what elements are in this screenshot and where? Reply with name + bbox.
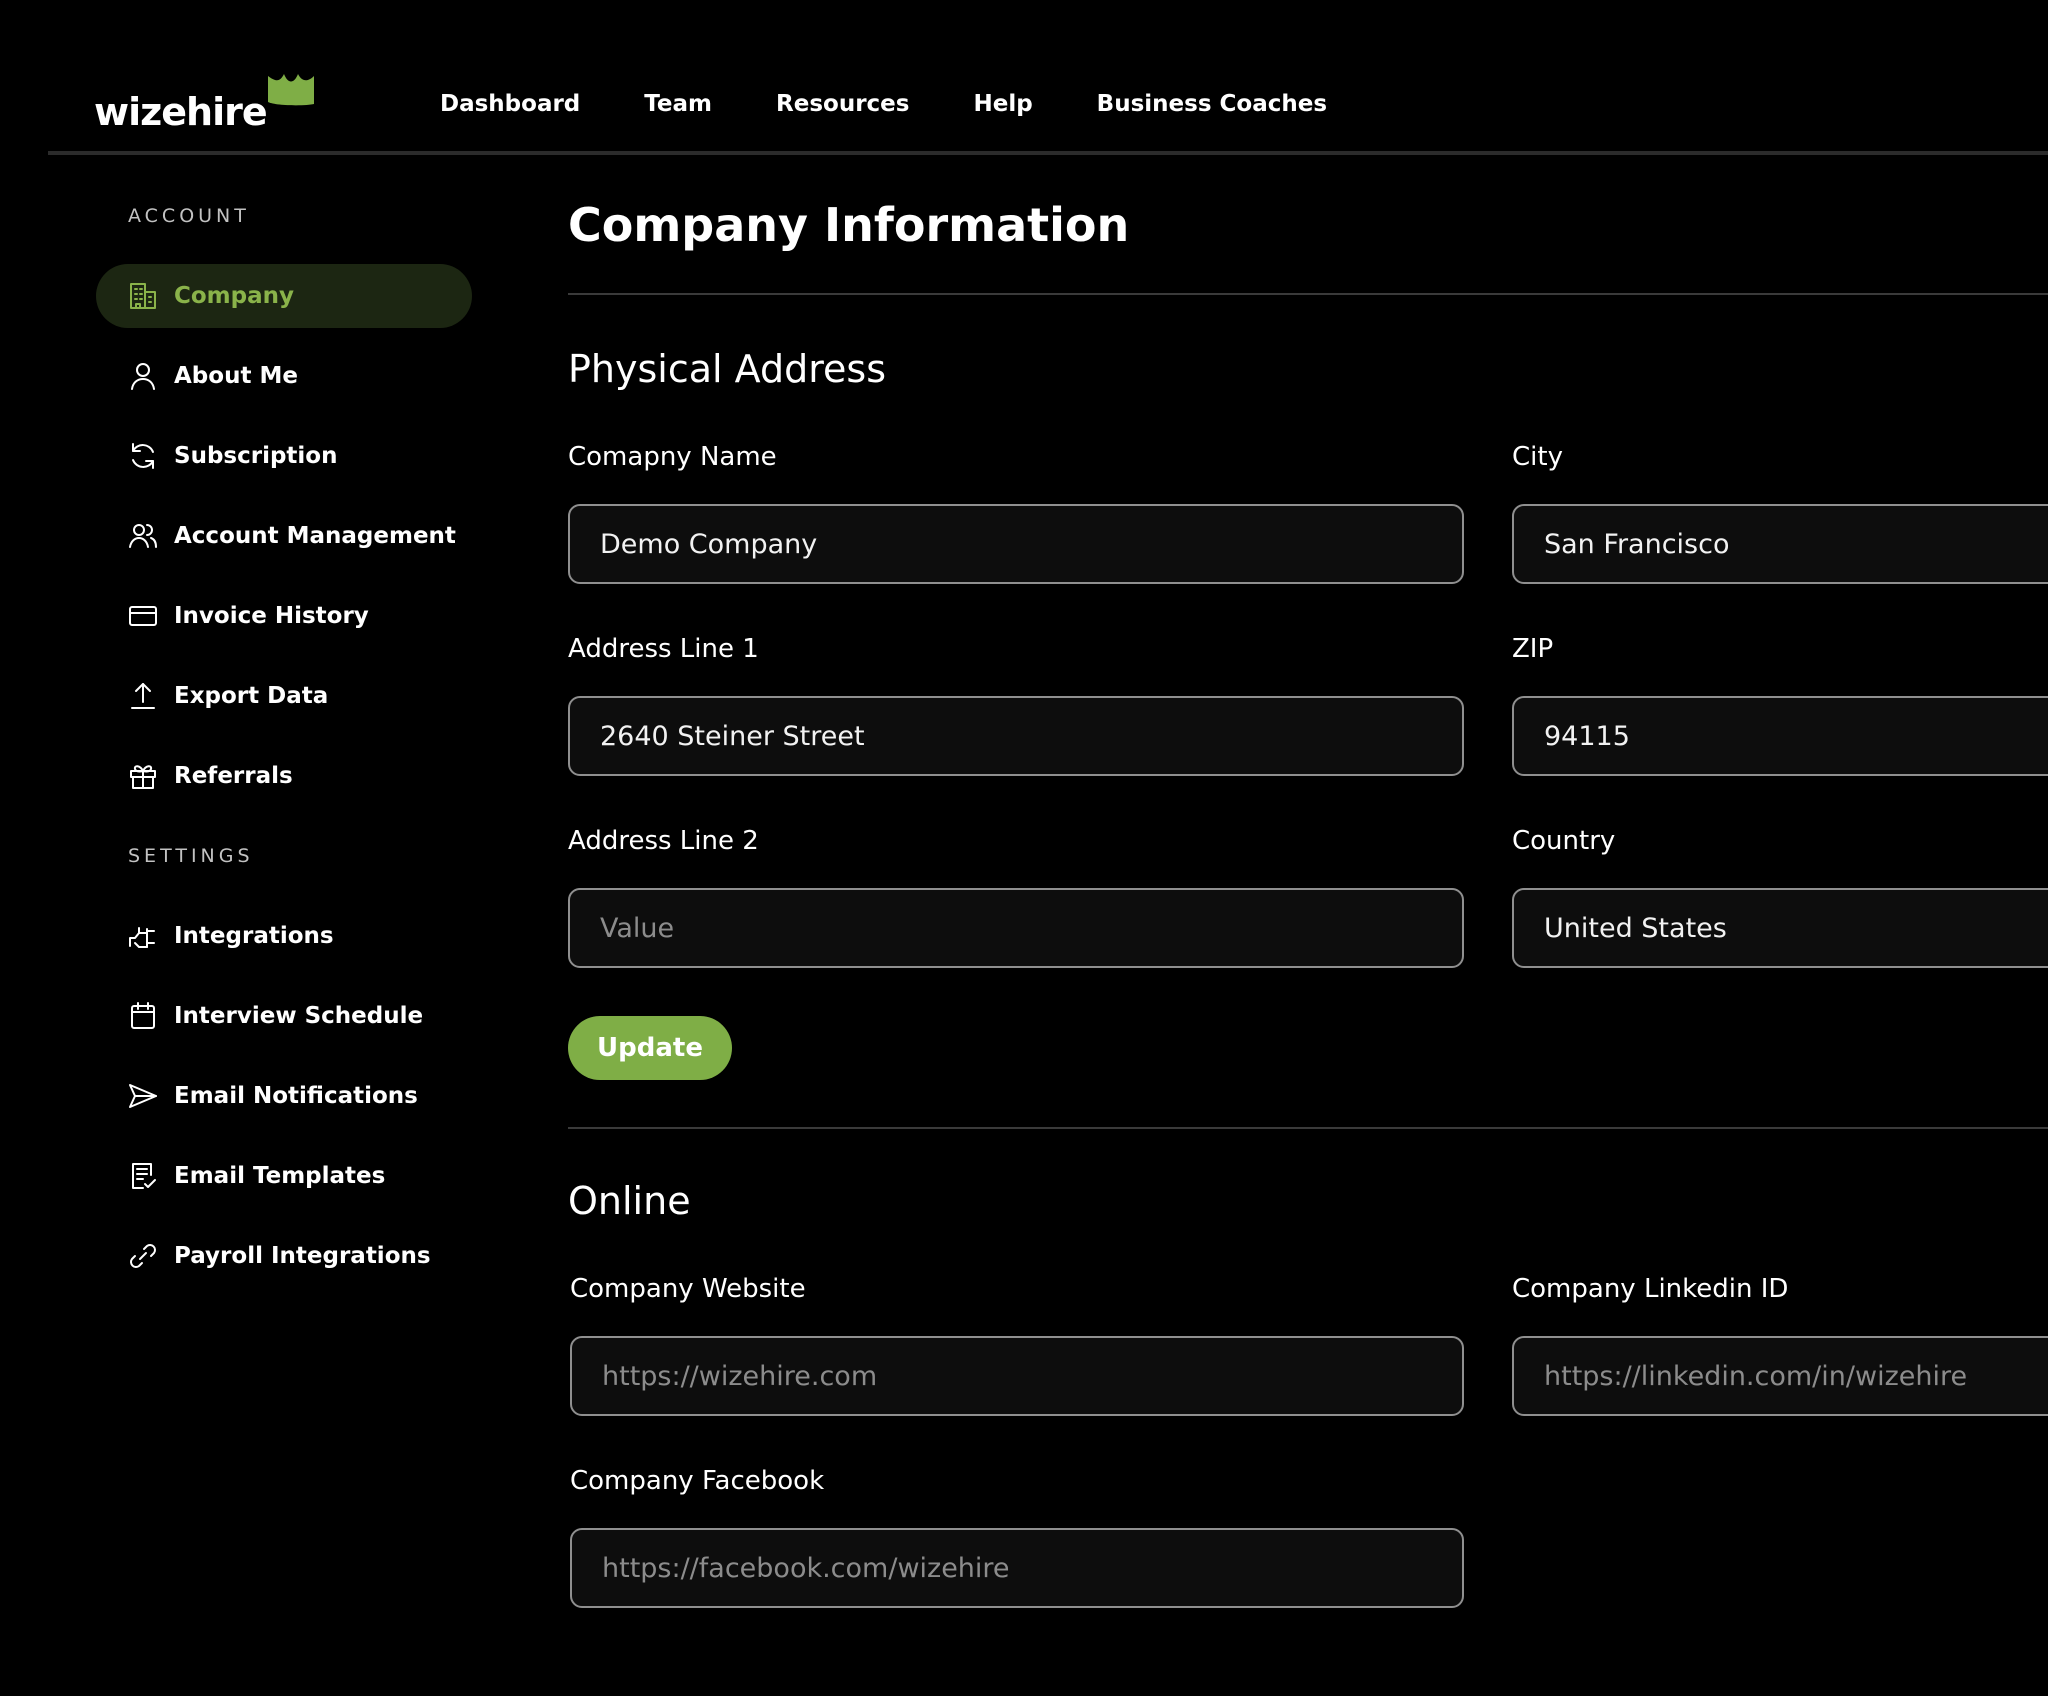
address-line-1-input[interactable] <box>568 696 1464 776</box>
sidebar-item-label: Account Management <box>174 523 456 549</box>
sidebar-item-label: Referrals <box>174 763 293 789</box>
sidebar-item-export-data[interactable]: Export Data <box>96 664 472 728</box>
sidebar-item-label: Email Templates <box>174 1163 386 1189</box>
country-input[interactable] <box>1512 888 2048 968</box>
online-heading: Online <box>568 1179 691 1223</box>
company-facebook-label: Company Facebook <box>570 1466 825 1496</box>
city-label: City <box>1512 442 1563 472</box>
calendar-icon <box>126 999 160 1033</box>
zip-label: ZIP <box>1512 634 1554 664</box>
sidebar-item-label: Invoice History <box>174 603 369 629</box>
sidebar-item-label: Payroll Integrations <box>174 1243 431 1269</box>
sidebar-section-account: ACCOUNT <box>128 205 250 227</box>
sidebar-item-label: Interview Schedule <box>174 1003 424 1029</box>
sidebar-item-company[interactable]: Company <box>96 264 472 328</box>
address-line-2-input[interactable] <box>568 888 1464 968</box>
nav-dashboard[interactable]: Dashboard <box>440 84 580 124</box>
gift-icon <box>126 759 160 793</box>
main-content: Company Information Physical Address Com… <box>568 155 2048 1696</box>
update-button[interactable]: Update <box>568 1016 732 1080</box>
wizehire-logo[interactable]: wizehire <box>94 66 324 136</box>
city-input[interactable] <box>1512 504 2048 584</box>
refresh-icon <box>126 439 160 473</box>
sidebar-item-subscription[interactable]: Subscription <box>96 424 472 488</box>
company-name-input[interactable] <box>568 504 1464 584</box>
logo-wordmark: wizehire <box>94 90 268 134</box>
sidebar-item-interview-schedule[interactable]: Interview Schedule <box>96 984 472 1048</box>
nav-help[interactable]: Help <box>973 84 1032 124</box>
sidebar-item-label: Company <box>174 283 294 309</box>
main-nav: Dashboard Team Resources Help Business C… <box>440 84 1391 124</box>
sidebar-section-settings: SETTINGS <box>128 845 254 867</box>
address-line-2-label: Address Line 2 <box>568 826 759 856</box>
credit-card-icon <box>126 599 160 633</box>
address-line-1-label: Address Line 1 <box>568 634 759 664</box>
sidebar-item-label: Integrations <box>174 923 334 949</box>
user-icon <box>126 359 160 393</box>
sidebar-item-email-templates[interactable]: Email Templates <box>96 1144 472 1208</box>
company-linkedin-label: Company Linkedin ID <box>1512 1274 1789 1304</box>
zip-input[interactable] <box>1512 696 2048 776</box>
building-icon <box>126 279 160 313</box>
company-linkedin-input[interactable] <box>1512 1336 2048 1416</box>
crown-icon <box>268 74 314 106</box>
physical-address-heading: Physical Address <box>568 347 886 391</box>
nav-business-coaches[interactable]: Business Coaches <box>1097 84 1327 124</box>
document-check-icon <box>126 1159 160 1193</box>
sidebar-item-referrals[interactable]: Referrals <box>96 744 472 808</box>
sidebar-item-label: Subscription <box>174 443 338 469</box>
sidebar-item-label: Export Data <box>174 683 329 709</box>
upload-icon <box>126 679 160 713</box>
nav-team[interactable]: Team <box>644 84 712 124</box>
sidebar-item-label: About Me <box>174 363 298 389</box>
send-icon <box>126 1079 160 1113</box>
sidebar-item-payroll-integrations[interactable]: Payroll Integrations <box>96 1224 472 1288</box>
sidebar: ACCOUNT Company About Me Subscription Ac… <box>0 155 540 1696</box>
users-icon <box>126 519 160 553</box>
sidebar-item-integrations[interactable]: Integrations <box>96 904 472 968</box>
company-website-input[interactable] <box>570 1336 1464 1416</box>
section-divider <box>568 1127 2048 1129</box>
company-facebook-input[interactable] <box>570 1528 1464 1608</box>
sidebar-item-invoice-history[interactable]: Invoice History <box>96 584 472 648</box>
sidebar-item-label: Email Notifications <box>174 1083 418 1109</box>
country-label: Country <box>1512 826 1616 856</box>
sidebar-item-about-me[interactable]: About Me <box>96 344 472 408</box>
link-icon <box>126 1239 160 1273</box>
sidebar-item-account-management[interactable]: Account Management <box>96 504 472 568</box>
sidebar-item-email-notifications[interactable]: Email Notifications <box>96 1064 472 1128</box>
plug-icon <box>126 919 160 953</box>
nav-resources[interactable]: Resources <box>776 84 909 124</box>
title-divider <box>568 293 2048 295</box>
company-website-label: Company Website <box>570 1274 806 1304</box>
page-title: Company Information <box>568 198 1130 252</box>
company-name-label: Comapny Name <box>568 442 777 472</box>
top-navigation-bar: wizehire Dashboard Team Resources Help B… <box>48 0 2048 155</box>
